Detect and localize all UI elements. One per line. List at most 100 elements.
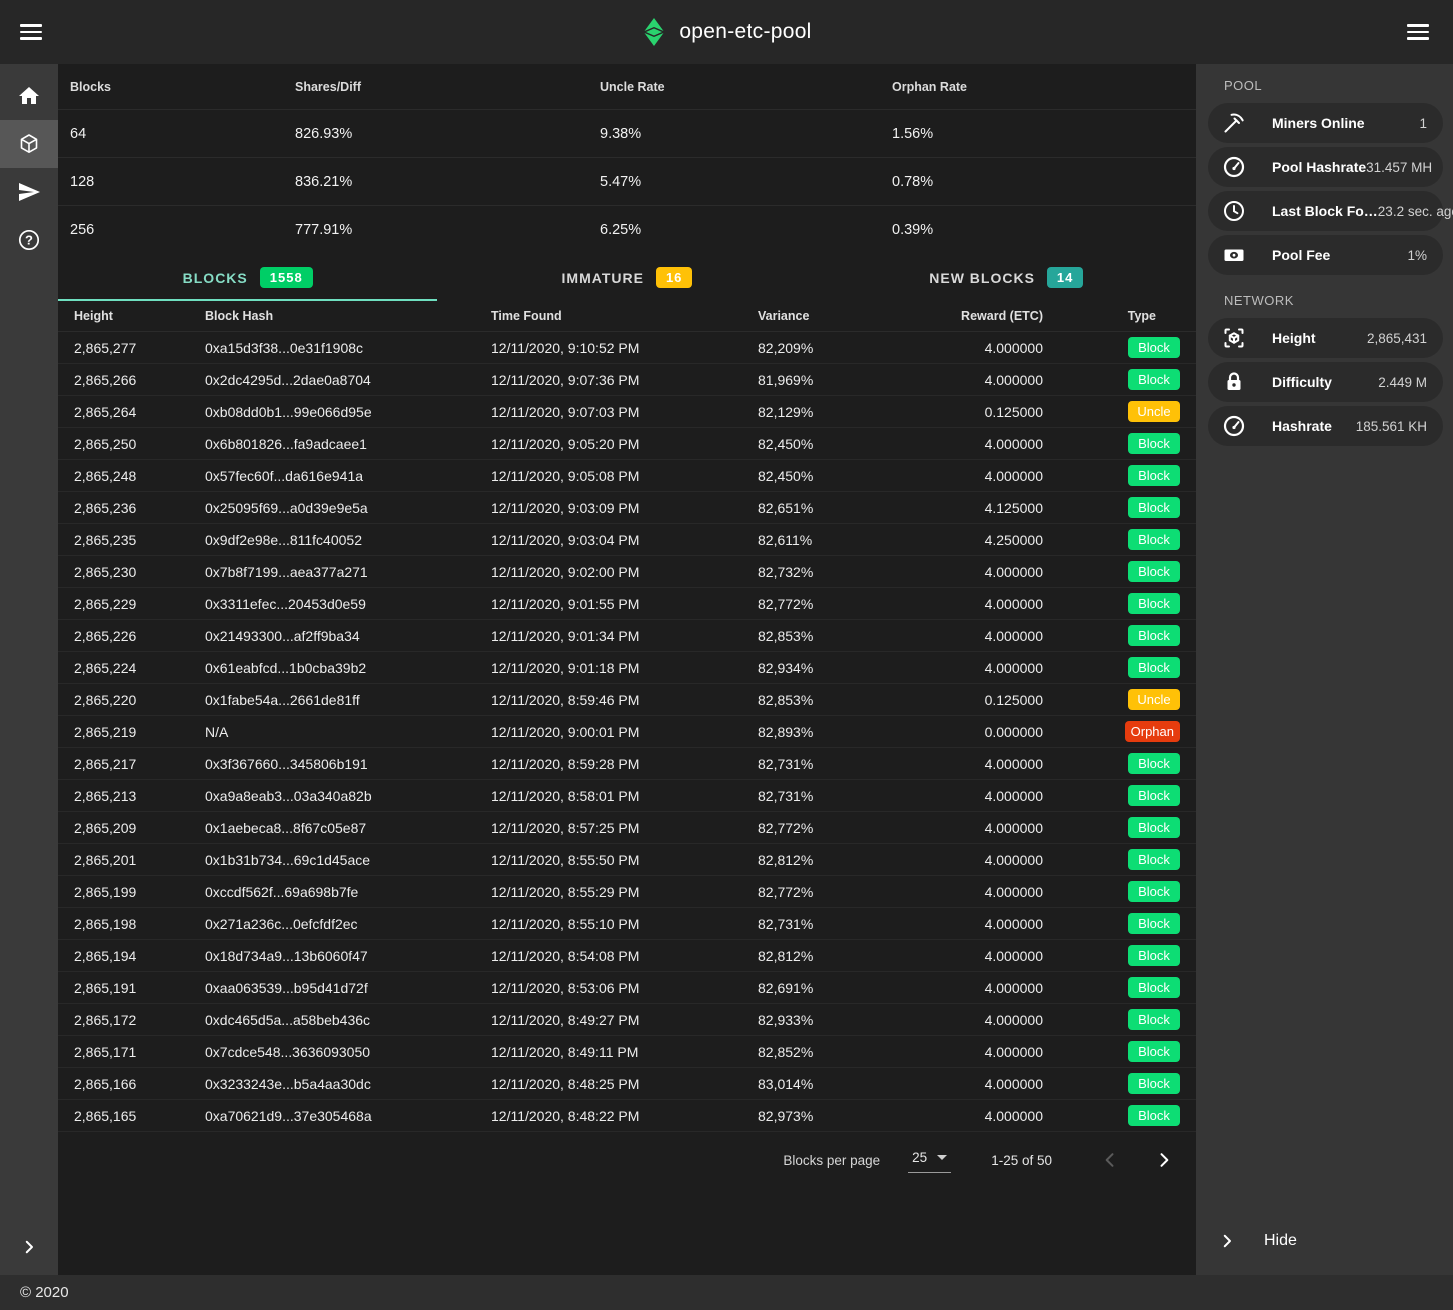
block-hash-cell[interactable]: 0x1aebeca8...8f67c05e87 xyxy=(205,820,491,836)
top-app-bar: open-etc-pool xyxy=(0,0,1453,64)
block-hash-cell[interactable]: 0x7b8f7199...aea377a271 xyxy=(205,564,491,580)
block-hash-cell[interactable]: 0xaa063539...b95d41d72f xyxy=(205,980,491,996)
variance-cell: 81,969% xyxy=(758,372,898,388)
network-stat-item: Height2,865,431 xyxy=(1208,318,1443,358)
block-hash-cell[interactable]: 0xa15d3f38...0e31f1908c xyxy=(205,340,491,356)
block-hash-cell[interactable]: 0x7cdce548...3636093050 xyxy=(205,1044,491,1060)
reward-cell: 4.000000 xyxy=(898,980,1043,996)
block-hash-cell[interactable]: 0xa9a8eab3...03a340a82b xyxy=(205,788,491,804)
block-row[interactable]: 2,865,2640xb08dd0b1...99e066d95e12/11/20… xyxy=(58,396,1196,428)
type-badge: Block xyxy=(1128,529,1180,550)
block-hash-cell[interactable]: 0x21493300...af2ff9ba34 xyxy=(205,628,491,644)
main-content: BlocksShares/DiffUncle RateOrphan Rate 6… xyxy=(58,64,1196,1275)
blocks-column-header: Height xyxy=(74,309,205,323)
block-height-cell: 2,865,191 xyxy=(74,980,205,996)
block-row[interactable]: 2,865,1650xa70621d9...37e305468a12/11/20… xyxy=(58,1100,1196,1132)
block-row[interactable]: 2,865,1710x7cdce548...363609305012/11/20… xyxy=(58,1036,1196,1068)
block-row[interactable]: 2,865,2300x7b8f7199...aea377a27112/11/20… xyxy=(58,556,1196,588)
block-row[interactable]: 2,865,2010x1b31b734...69c1d45ace12/11/20… xyxy=(58,844,1196,876)
block-row[interactable]: 2,865,1940x18d734a9...13b6060f4712/11/20… xyxy=(58,940,1196,972)
block-row[interactable]: 2,865,1990xccdf562f...69a698b7fe12/11/20… xyxy=(58,876,1196,908)
luck-stats-header-row: BlocksShares/DiffUncle RateOrphan Rate xyxy=(58,64,1196,110)
block-row[interactable]: 2,865,2770xa15d3f38...0e31f1908c12/11/20… xyxy=(58,332,1196,364)
block-hash-cell[interactable]: 0x18d734a9...13b6060f47 xyxy=(205,948,491,964)
block-height-cell: 2,865,224 xyxy=(74,660,205,676)
block-row[interactable]: 2,865,2360x25095f69...a0d39e9e5a12/11/20… xyxy=(58,492,1196,524)
block-row[interactable]: 2,865,1720xdc465d5a...a58beb436c12/11/20… xyxy=(58,1004,1196,1036)
block-hash-cell[interactable]: 0x61eabfcd...1b0cba39b2 xyxy=(205,660,491,676)
block-hash-cell[interactable]: 0x3f367660...345806b191 xyxy=(205,756,491,772)
menu-icon[interactable] xyxy=(20,22,46,42)
block-hash-cell[interactable]: 0xdc465d5a...a58beb436c xyxy=(205,1012,491,1028)
page-size-select[interactable]: 25 xyxy=(908,1148,951,1173)
type-cell: Orphan xyxy=(1043,721,1196,742)
block-row[interactable]: 2,865,2660x2dc4295d...2dae0a870412/11/20… xyxy=(58,364,1196,396)
tab-new-blocks[interactable]: NEW BLOCKS14 xyxy=(817,254,1196,301)
blocks-column-header: Block Hash xyxy=(205,309,491,323)
block-row[interactable]: 2,865,2350x9df2e98e...811fc4005212/11/20… xyxy=(58,524,1196,556)
time-found-cell: 12/11/2020, 9:01:34 PM xyxy=(491,628,758,644)
block-row[interactable]: 2,865,219N/A12/11/2020, 9:00:01 PM82,893… xyxy=(58,716,1196,748)
cash-icon xyxy=(1222,243,1246,267)
type-cell: Uncle xyxy=(1043,689,1196,710)
type-badge: Block xyxy=(1128,913,1180,934)
menu-icon-right[interactable] xyxy=(1407,22,1433,42)
time-found-cell: 12/11/2020, 9:00:01 PM xyxy=(491,724,758,740)
help-icon: ? xyxy=(17,228,41,252)
block-hash-cell[interactable]: 0xccdf562f...69a698b7fe xyxy=(205,884,491,900)
block-hash-cell[interactable]: 0xa70621d9...37e305468a xyxy=(205,1108,491,1124)
block-row[interactable]: 2,865,2200x1fabe54a...2661de81ff12/11/20… xyxy=(58,684,1196,716)
block-row[interactable]: 2,865,2090x1aebeca8...8f67c05e8712/11/20… xyxy=(58,812,1196,844)
reward-cell: 4.000000 xyxy=(898,1108,1043,1124)
type-badge: Block xyxy=(1128,657,1180,678)
reward-cell: 4.000000 xyxy=(898,884,1043,900)
variance-cell: 82,852% xyxy=(758,1044,898,1060)
nav-payments[interactable] xyxy=(0,168,58,216)
stat-label: Difficulty xyxy=(1272,374,1332,390)
block-row[interactable]: 2,865,2130xa9a8eab3...03a340a82b12/11/20… xyxy=(58,780,1196,812)
block-row[interactable]: 2,865,1980x271a236c...0efcfdf2ec12/11/20… xyxy=(58,908,1196,940)
block-row[interactable]: 2,865,2240x61eabfcd...1b0cba39b212/11/20… xyxy=(58,652,1196,684)
hide-sidebar-button[interactable]: Hide xyxy=(1196,1219,1453,1263)
block-row[interactable]: 2,865,2480x57fec60f...da616e941a12/11/20… xyxy=(58,460,1196,492)
block-hash-cell[interactable]: 0x1b31b734...69c1d45ace xyxy=(205,852,491,868)
block-hash-cell[interactable]: N/A xyxy=(205,724,491,740)
block-height-cell: 2,865,213 xyxy=(74,788,205,804)
block-row[interactable]: 2,865,1660x3233243e...b5a4aa30dc12/11/20… xyxy=(58,1068,1196,1100)
rail-collapse-button[interactable] xyxy=(0,1219,58,1275)
type-cell: Uncle xyxy=(1043,401,1196,422)
block-hash-cell[interactable]: 0x2dc4295d...2dae0a8704 xyxy=(205,372,491,388)
time-found-cell: 12/11/2020, 8:55:10 PM xyxy=(491,916,758,932)
block-hash-cell[interactable]: 0x25095f69...a0d39e9e5a xyxy=(205,500,491,516)
variance-cell: 82,853% xyxy=(758,628,898,644)
block-row[interactable]: 2,865,2290x3311efec...20453d0e5912/11/20… xyxy=(58,588,1196,620)
block-row[interactable]: 2,865,2170x3f367660...345806b19112/11/20… xyxy=(58,748,1196,780)
type-badge: Block xyxy=(1128,849,1180,870)
block-row[interactable]: 2,865,2260x21493300...af2ff9ba3412/11/20… xyxy=(58,620,1196,652)
block-hash-cell[interactable]: 0x57fec60f...da616e941a xyxy=(205,468,491,484)
nav-help[interactable]: ? xyxy=(0,216,58,264)
block-hash-cell[interactable]: 0x9df2e98e...811fc40052 xyxy=(205,532,491,548)
previous-page-button[interactable] xyxy=(1096,1146,1124,1174)
type-badge: Block xyxy=(1128,881,1180,902)
block-hash-cell[interactable]: 0x1fabe54a...2661de81ff xyxy=(205,692,491,708)
block-hash-cell[interactable]: 0x3311efec...20453d0e59 xyxy=(205,596,491,612)
stats-cell: 9.38% xyxy=(600,126,892,142)
reward-cell: 4.000000 xyxy=(898,468,1043,484)
block-row[interactable]: 2,865,2500x6b801826...fa9adcaee112/11/20… xyxy=(58,428,1196,460)
nav-home[interactable] xyxy=(0,72,58,120)
next-page-button[interactable] xyxy=(1150,1146,1178,1174)
tab-blocks[interactable]: BLOCKS1558 xyxy=(58,254,437,301)
tab-immature[interactable]: IMMATURE16 xyxy=(437,254,816,301)
type-badge: Orphan xyxy=(1125,721,1180,742)
block-hash-cell[interactable]: 0x3233243e...b5a4aa30dc xyxy=(205,1076,491,1092)
block-hash-cell[interactable]: 0xb08dd0b1...99e066d95e xyxy=(205,404,491,420)
nav-blocks[interactable] xyxy=(0,120,58,168)
block-row[interactable]: 2,865,1910xaa063539...b95d41d72f12/11/20… xyxy=(58,972,1196,1004)
home-icon xyxy=(17,84,41,108)
block-hash-cell[interactable]: 0x6b801826...fa9adcaee1 xyxy=(205,436,491,452)
reward-cell: 4.000000 xyxy=(898,340,1043,356)
reward-cell: 0.125000 xyxy=(898,404,1043,420)
luck-stats-table: BlocksShares/DiffUncle RateOrphan Rate 6… xyxy=(58,64,1196,254)
block-hash-cell[interactable]: 0x271a236c...0efcfdf2ec xyxy=(205,916,491,932)
